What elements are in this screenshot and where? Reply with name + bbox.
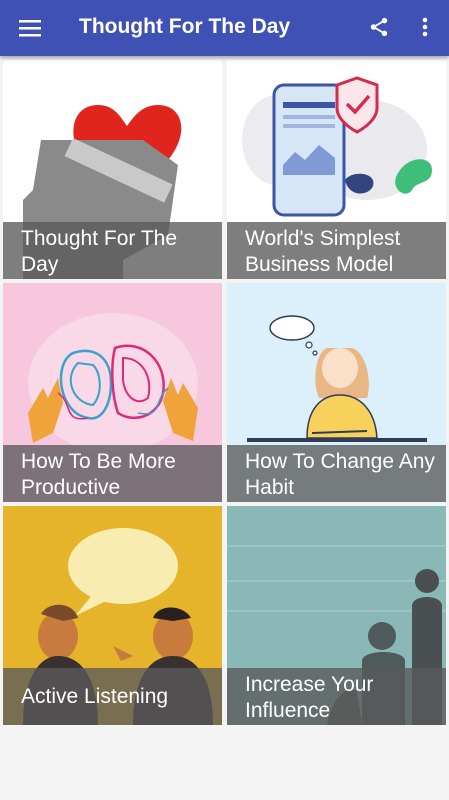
card-label: How To Be More Productive bbox=[3, 445, 222, 502]
card-label: Increase Your Influence bbox=[227, 668, 446, 725]
card-label: Thought For The Day bbox=[3, 222, 222, 279]
topic-card-business-model[interactable]: World's Simplest Business Model bbox=[227, 60, 446, 279]
topic-card-productive[interactable]: How To Be More Productive bbox=[3, 283, 222, 502]
app-title: Thought For The Day bbox=[79, 15, 291, 38]
card-label: World's Simplest Business Model bbox=[227, 222, 446, 279]
more-vert-icon[interactable] bbox=[410, 10, 440, 44]
topic-card-change-habit[interactable]: How To Change Any Habit bbox=[227, 283, 446, 502]
topic-card-active-listening[interactable]: Active Listening bbox=[3, 506, 222, 725]
topic-card-increase-influence[interactable]: Increase Your Influence bbox=[227, 506, 446, 725]
topic-card-thought-for-the-day[interactable]: Thought For The Day bbox=[3, 60, 222, 279]
app-bar: Thought For The Day bbox=[0, 0, 449, 56]
card-label: How To Change Any Habit bbox=[227, 445, 446, 502]
hamburger-menu-icon[interactable] bbox=[12, 10, 48, 46]
share-icon[interactable] bbox=[362, 10, 396, 44]
card-label: Active Listening bbox=[3, 668, 222, 725]
